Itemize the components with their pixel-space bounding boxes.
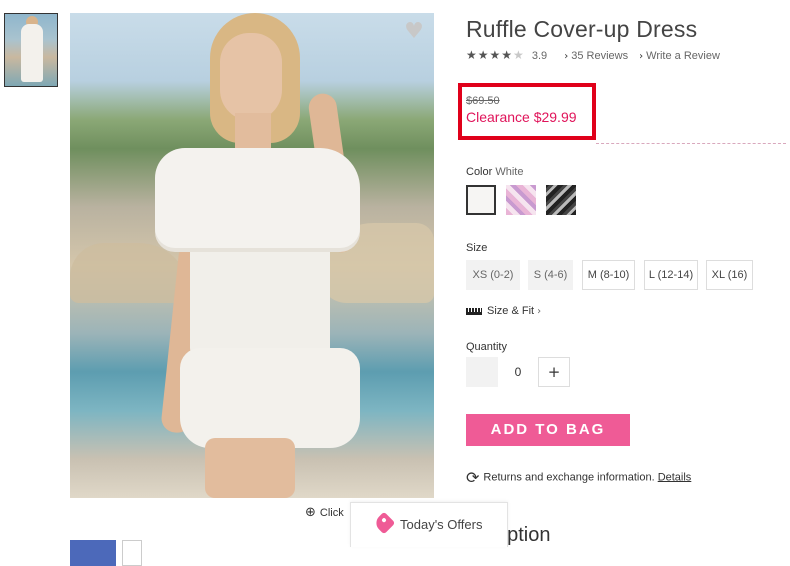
reviews-link[interactable]: › 35 Reviews xyxy=(564,50,628,62)
chevron-right-icon: › xyxy=(537,306,542,317)
model-legs xyxy=(205,438,295,498)
todays-offers-label: Today's Offers xyxy=(400,517,483,532)
tag-icon xyxy=(372,511,396,535)
section-divider xyxy=(596,143,786,144)
zoom-icon: ⊕ xyxy=(305,505,316,520)
facebook-share-button[interactable] xyxy=(70,540,116,566)
color-label: Color White xyxy=(466,166,524,178)
model-face xyxy=(220,33,282,121)
chevron-right-icon: › xyxy=(639,51,644,62)
rating-value: 3.9 xyxy=(531,50,548,62)
returns-details-link[interactable]: Details xyxy=(658,471,692,483)
background-rock xyxy=(70,243,190,303)
chevron-right-icon: › xyxy=(564,51,569,62)
original-price: $69.50 xyxy=(466,95,500,107)
zoom-hint[interactable]: ⊕ Click xyxy=(305,505,344,520)
swatch-pink-print[interactable] xyxy=(506,185,536,215)
todays-offers-tab[interactable]: Today's Offers xyxy=(350,502,508,547)
rating-stars[interactable]: ★★★★★ xyxy=(466,48,525,62)
quantity-increase-button[interactable]: + xyxy=(538,357,570,387)
ruler-icon xyxy=(466,307,482,315)
write-review-link[interactable]: › Write a Review xyxy=(639,50,720,62)
size-option-l[interactable]: L (12-14) xyxy=(644,260,698,290)
quantity-value[interactable]: 0 xyxy=(508,365,528,379)
heart-icon[interactable]: ♥ xyxy=(403,21,425,43)
add-to-bag-button[interactable]: ADD TO BAG xyxy=(466,414,630,446)
swatch-white[interactable] xyxy=(466,185,496,215)
product-thumbnail[interactable] xyxy=(4,13,58,87)
dress-bodice xyxy=(190,238,330,358)
size-fit-link[interactable]: Size & Fit › xyxy=(466,305,541,317)
size-option-xs[interactable]: XS (0-2) xyxy=(466,260,520,290)
rating-row: ★★★★★ 3.9 › 35 Reviews › Write a Review xyxy=(466,48,720,62)
dress-ruffle-top xyxy=(155,148,360,248)
size-option-xl[interactable]: XL (16) xyxy=(706,260,753,290)
returns-info: ⟳ Returns and exchange information. Detai… xyxy=(466,468,692,487)
quantity-label: Quantity xyxy=(466,341,507,353)
thumbnail-model-dress xyxy=(21,24,43,82)
size-option-s[interactable]: S (4-6) xyxy=(528,260,573,290)
selected-color: White xyxy=(495,166,524,178)
swatch-black-print[interactable] xyxy=(546,185,576,215)
share-button[interactable] xyxy=(122,540,142,566)
size-label: Size xyxy=(466,242,488,254)
size-option-m[interactable]: M (8-10) xyxy=(582,260,635,290)
product-title: Ruffle Cover-up Dress xyxy=(466,16,698,42)
clearance-price: Clearance $29.99 xyxy=(466,109,577,125)
dress-shorts xyxy=(180,348,360,448)
quantity-decrease-button[interactable] xyxy=(466,357,498,387)
refresh-icon: ⟳ xyxy=(466,468,480,487)
model-neck xyxy=(235,113,271,153)
product-main-image[interactable] xyxy=(70,13,434,498)
